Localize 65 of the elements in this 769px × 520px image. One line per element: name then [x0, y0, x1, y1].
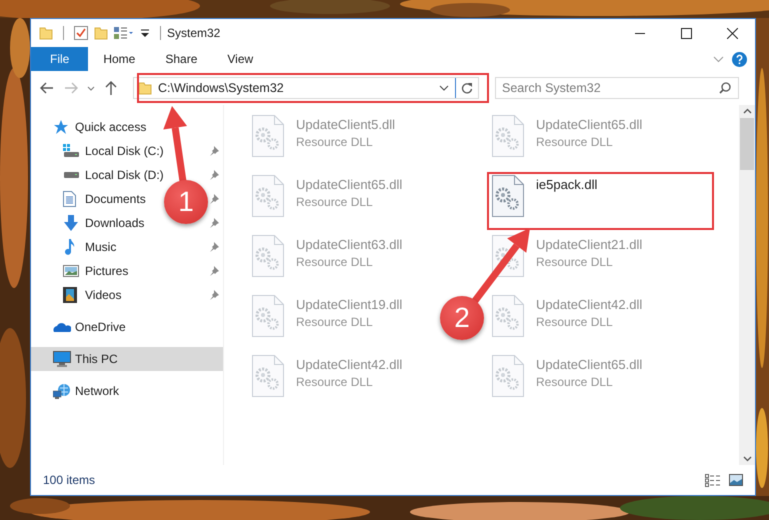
dll-file-icon — [492, 295, 524, 337]
dll-file-icon — [492, 355, 524, 397]
nav-item[interactable]: Local Disk (C:) — [31, 139, 168, 163]
maximize-icon — [680, 28, 692, 38]
ribbon-tab[interactable]: Home — [88, 47, 150, 71]
close-icon — [726, 28, 738, 38]
pin-icon[interactable] — [209, 218, 219, 228]
expand-ribbon-icon[interactable] — [713, 56, 724, 62]
minimize-icon — [635, 32, 645, 34]
pin-icon[interactable] — [209, 242, 219, 252]
pictures-icon — [63, 265, 79, 277]
search-field[interactable]: Search System32 — [495, 77, 739, 99]
recent-locations-icon[interactable] — [87, 86, 95, 90]
nav-item[interactable]: Pictures — [31, 259, 132, 283]
back-icon[interactable] — [40, 82, 54, 94]
dll-file-icon — [252, 175, 284, 217]
scroll-thumb[interactable] — [740, 118, 754, 170]
file-tab[interactable]: File — [31, 47, 88, 71]
pin-icon[interactable] — [209, 290, 219, 300]
refresh-icon[interactable] — [461, 82, 473, 94]
computer-icon — [53, 351, 71, 367]
dropdown-icon[interactable] — [439, 85, 449, 91]
properties-icon[interactable] — [74, 26, 88, 40]
nav-item[interactable]: This PC — [31, 347, 223, 371]
view-options-icon[interactable] — [114, 26, 134, 40]
address-field[interactable]: C:\Windows\System32 — [133, 77, 479, 99]
ribbon-tab[interactable]: Share — [150, 47, 212, 71]
download-icon — [63, 215, 79, 231]
film-icon — [63, 287, 77, 303]
music-note-icon — [63, 239, 75, 255]
cloud-icon — [53, 321, 71, 333]
network-icon — [53, 383, 71, 399]
large-icons-view-icon[interactable] — [729, 474, 743, 486]
file-item[interactable]: ie5pack.dll — [492, 175, 598, 221]
dll-file-icon — [252, 355, 284, 397]
nav-item[interactable]: OneDrive — [31, 315, 130, 339]
dll-file-icon — [252, 235, 284, 277]
item-count: 100 items — [43, 473, 96, 487]
nav-item[interactable]: Downloads — [31, 211, 148, 235]
pin-icon[interactable] — [209, 266, 219, 276]
window-title: System32 — [166, 26, 222, 40]
scrollbar[interactable] — [739, 105, 755, 465]
nav-item[interactable]: Videos — [31, 283, 126, 307]
star-icon — [53, 119, 69, 135]
dll-file-icon — [492, 115, 524, 157]
nav-item[interactable]: Music — [31, 235, 120, 259]
pin-icon[interactable] — [209, 170, 219, 180]
drive-icon — [63, 144, 79, 158]
dll-file-icon — [252, 115, 284, 157]
nav-item[interactable]: Network — [31, 379, 124, 403]
search-icon[interactable] — [719, 82, 731, 94]
details-view-icon[interactable] — [705, 474, 721, 486]
document-icon — [63, 191, 76, 207]
drive-icon — [63, 171, 79, 179]
folder-icon[interactable] — [138, 81, 152, 95]
nav-item[interactable]: Documents — [31, 187, 150, 211]
ribbon-tab[interactable]: View — [212, 47, 268, 71]
nav-item[interactable]: Quick access — [31, 115, 150, 139]
dropdown-icon[interactable] — [140, 27, 150, 39]
help-icon[interactable] — [732, 52, 747, 66]
dll-file-icon — [492, 175, 524, 217]
dll-file-icon — [252, 295, 284, 337]
pin-icon[interactable] — [209, 194, 219, 204]
up-icon[interactable] — [105, 81, 117, 95]
pin-icon[interactable] — [209, 146, 219, 156]
